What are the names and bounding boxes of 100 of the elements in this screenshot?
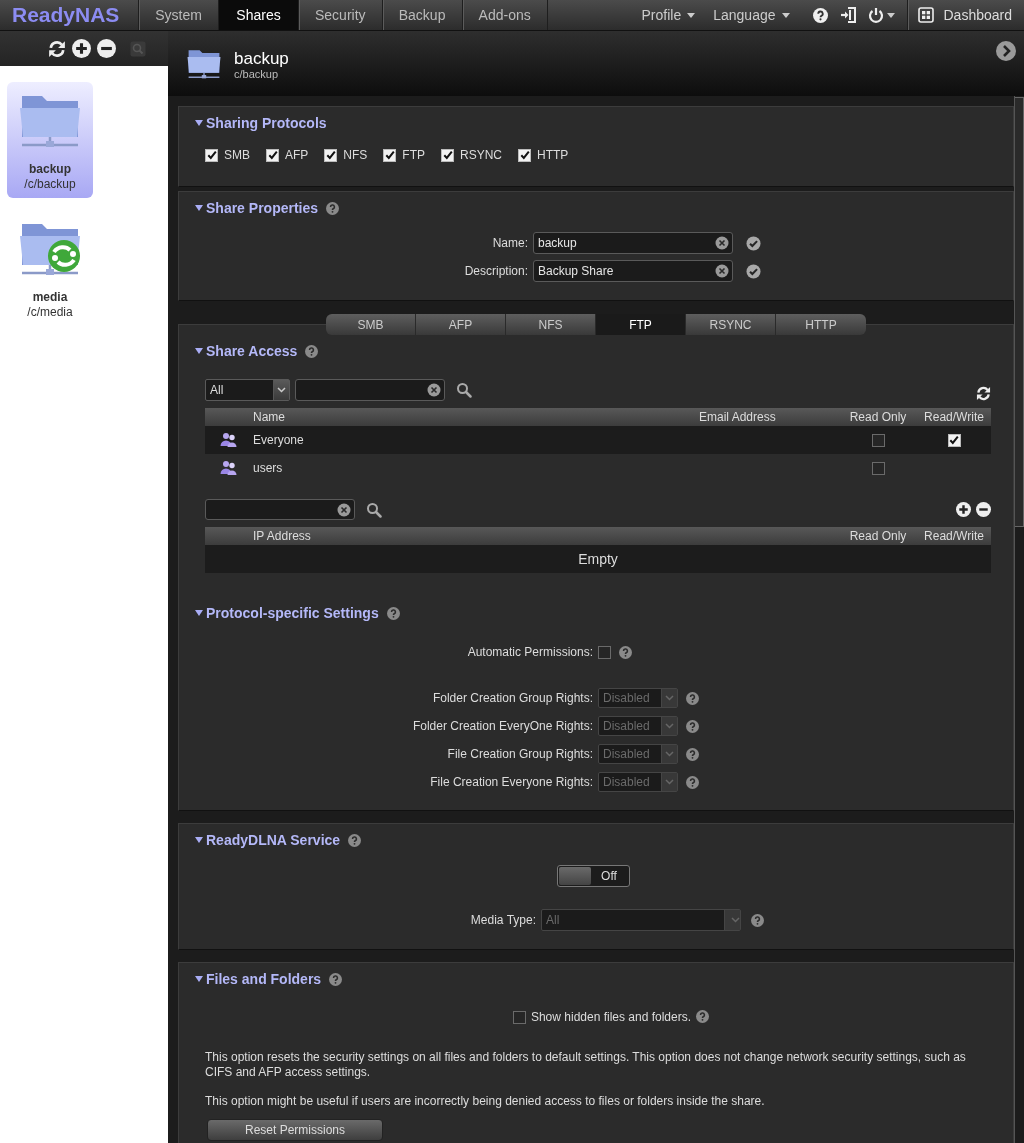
- check-icon[interactable]: [746, 263, 761, 279]
- scrollbar[interactable]: [1014, 96, 1024, 1143]
- search-field[interactable]: [295, 379, 445, 401]
- refresh-icon[interactable]: [976, 385, 991, 401]
- checkbox[interactable]: [871, 433, 885, 447]
- collapse-icon[interactable]: [195, 837, 203, 843]
- logo[interactable]: ReadyNAS: [0, 0, 138, 30]
- protocol-tab[interactable]: RSYNC: [686, 314, 776, 335]
- protocol-tab[interactable]: FTP: [596, 314, 686, 335]
- share-name: media: [32, 290, 68, 305]
- protocol-checkbox[interactable]: [441, 148, 455, 162]
- filter-select[interactable]: All: [205, 379, 290, 401]
- section-title[interactable]: Share Properties: [206, 200, 319, 216]
- clear-icon[interactable]: [715, 264, 729, 278]
- section-title[interactable]: Files and Folders: [206, 971, 322, 987]
- remove-icon[interactable]: [97, 39, 116, 58]
- text-field[interactable]: backup: [533, 232, 733, 254]
- dashboard-button[interactable]: Dashboard: [906, 0, 1024, 30]
- share-path: /c/media: [27, 305, 73, 320]
- checkbox[interactable]: [598, 645, 611, 659]
- collapse-icon[interactable]: [195, 205, 203, 211]
- section-title[interactable]: Sharing Protocols: [206, 115, 327, 131]
- refresh-icon[interactable]: [48, 39, 66, 58]
- section-title[interactable]: Share Access: [206, 343, 298, 359]
- text-field[interactable]: Backup Share: [533, 260, 733, 282]
- checkbox-label: FTP: [402, 148, 426, 162]
- search-field[interactable]: [205, 499, 355, 520]
- nav-tab[interactable]: Backup: [381, 0, 462, 30]
- checkbox-label: NFS: [343, 148, 368, 162]
- share-title: backup: [234, 49, 290, 68]
- collapse-icon[interactable]: [195, 610, 203, 616]
- empty-message: Empty: [578, 551, 618, 567]
- share-path: c/backup: [234, 68, 280, 80]
- reset-permissions-button[interactable]: Reset Permissions: [207, 1119, 383, 1141]
- checkbox[interactable]: [871, 461, 885, 475]
- field-label: Folder Creation EveryOne Rights:: [411, 719, 593, 733]
- caret-icon[interactable]: [781, 12, 790, 18]
- users-icon: [220, 432, 238, 448]
- protocol-tab[interactable]: NFS: [506, 314, 596, 335]
- help-icon[interactable]: [812, 7, 828, 23]
- share-tile[interactable]: backup /c/backup: [7, 82, 93, 198]
- checkbox[interactable]: [512, 1010, 526, 1024]
- checkbox-label: HTTP: [537, 148, 569, 162]
- menu-button[interactable]: Profile: [632, 0, 705, 30]
- column-header[interactable]: Read Only: [839, 410, 917, 424]
- protocol-tab[interactable]: HTTP: [776, 314, 866, 335]
- checkbox-label: RSYNC: [460, 148, 503, 162]
- column-header[interactable]: Read Only: [839, 529, 917, 543]
- share-path: /c/backup: [24, 177, 76, 192]
- description-text: This option resets the security settings on all files and folders to default settings. This option does not change network security settings, such as CIFS and AFP access settings.: [205, 1050, 967, 1080]
- clear-icon[interactable]: [427, 383, 441, 397]
- protocol-tab[interactable]: SMB: [326, 314, 416, 335]
- column-header[interactable]: Read/Write: [917, 410, 991, 424]
- search-icon: [130, 40, 146, 57]
- protocol-checkbox[interactable]: [324, 148, 338, 162]
- search-icon[interactable]: [366, 501, 382, 518]
- field-label: Automatic Permissions:: [466, 645, 593, 659]
- search-icon[interactable]: [456, 382, 472, 398]
- nav-tab[interactable]: Add-ons: [461, 0, 548, 30]
- section-title[interactable]: Protocol-specific Settings: [206, 605, 379, 621]
- column-header[interactable]: IP Address: [253, 529, 839, 543]
- users-icon: [220, 460, 238, 476]
- collapse-icon[interactable]: [195, 976, 203, 982]
- protocol-checkbox[interactable]: [383, 148, 397, 162]
- nav-tab[interactable]: Shares: [218, 0, 298, 30]
- checkbox-label: AFP: [285, 148, 309, 162]
- check-icon[interactable]: [746, 235, 761, 251]
- toggle-switch[interactable]: Off: [556, 865, 630, 887]
- column-header[interactable]: Read/Write: [917, 529, 991, 543]
- share-name: backup: [29, 162, 71, 177]
- protocol-checkbox[interactable]: [518, 148, 532, 162]
- field-label: File Creation Group Rights:: [446, 747, 593, 761]
- field-label: File Creation Everyone Rights:: [429, 775, 593, 789]
- logout-icon[interactable]: [839, 7, 856, 23]
- share-tile[interactable]: media /c/media: [7, 210, 93, 326]
- checkbox[interactable]: [947, 433, 961, 447]
- table-cell-text: Everyone: [253, 433, 305, 447]
- clear-icon[interactable]: [715, 236, 729, 250]
- collapse-icon[interactable]: [195, 348, 203, 354]
- section-title[interactable]: ReadyDLNA Service: [206, 832, 341, 848]
- protocol-checkbox[interactable]: [266, 148, 279, 162]
- clear-icon[interactable]: [337, 502, 351, 517]
- add-icon[interactable]: [956, 502, 971, 517]
- next-icon[interactable]: [996, 41, 1016, 61]
- protocol-tab[interactable]: AFP: [416, 314, 506, 335]
- protocol-checkbox[interactable]: [205, 148, 218, 162]
- menu-button[interactable]: Language: [704, 0, 799, 30]
- checkbox-label: SMB: [224, 148, 250, 162]
- remove-icon[interactable]: [976, 502, 991, 517]
- table-cell-text: users: [253, 461, 284, 475]
- power-icon[interactable]: [867, 7, 884, 23]
- collapse-icon[interactable]: [195, 120, 203, 126]
- column-header[interactable]: Email Address: [699, 410, 839, 424]
- column-header[interactable]: Name: [253, 410, 699, 424]
- field-label: Folder Creation Group Rights:: [431, 691, 593, 705]
- caret-icon[interactable]: [687, 12, 696, 18]
- add-icon[interactable]: [72, 39, 91, 58]
- caret-icon[interactable]: [886, 12, 895, 18]
- description-text: This option might be useful if users are incorrectly being denied access to files or folders inside the share.: [205, 1094, 766, 1109]
- nav-tab[interactable]: Security: [298, 0, 382, 30]
